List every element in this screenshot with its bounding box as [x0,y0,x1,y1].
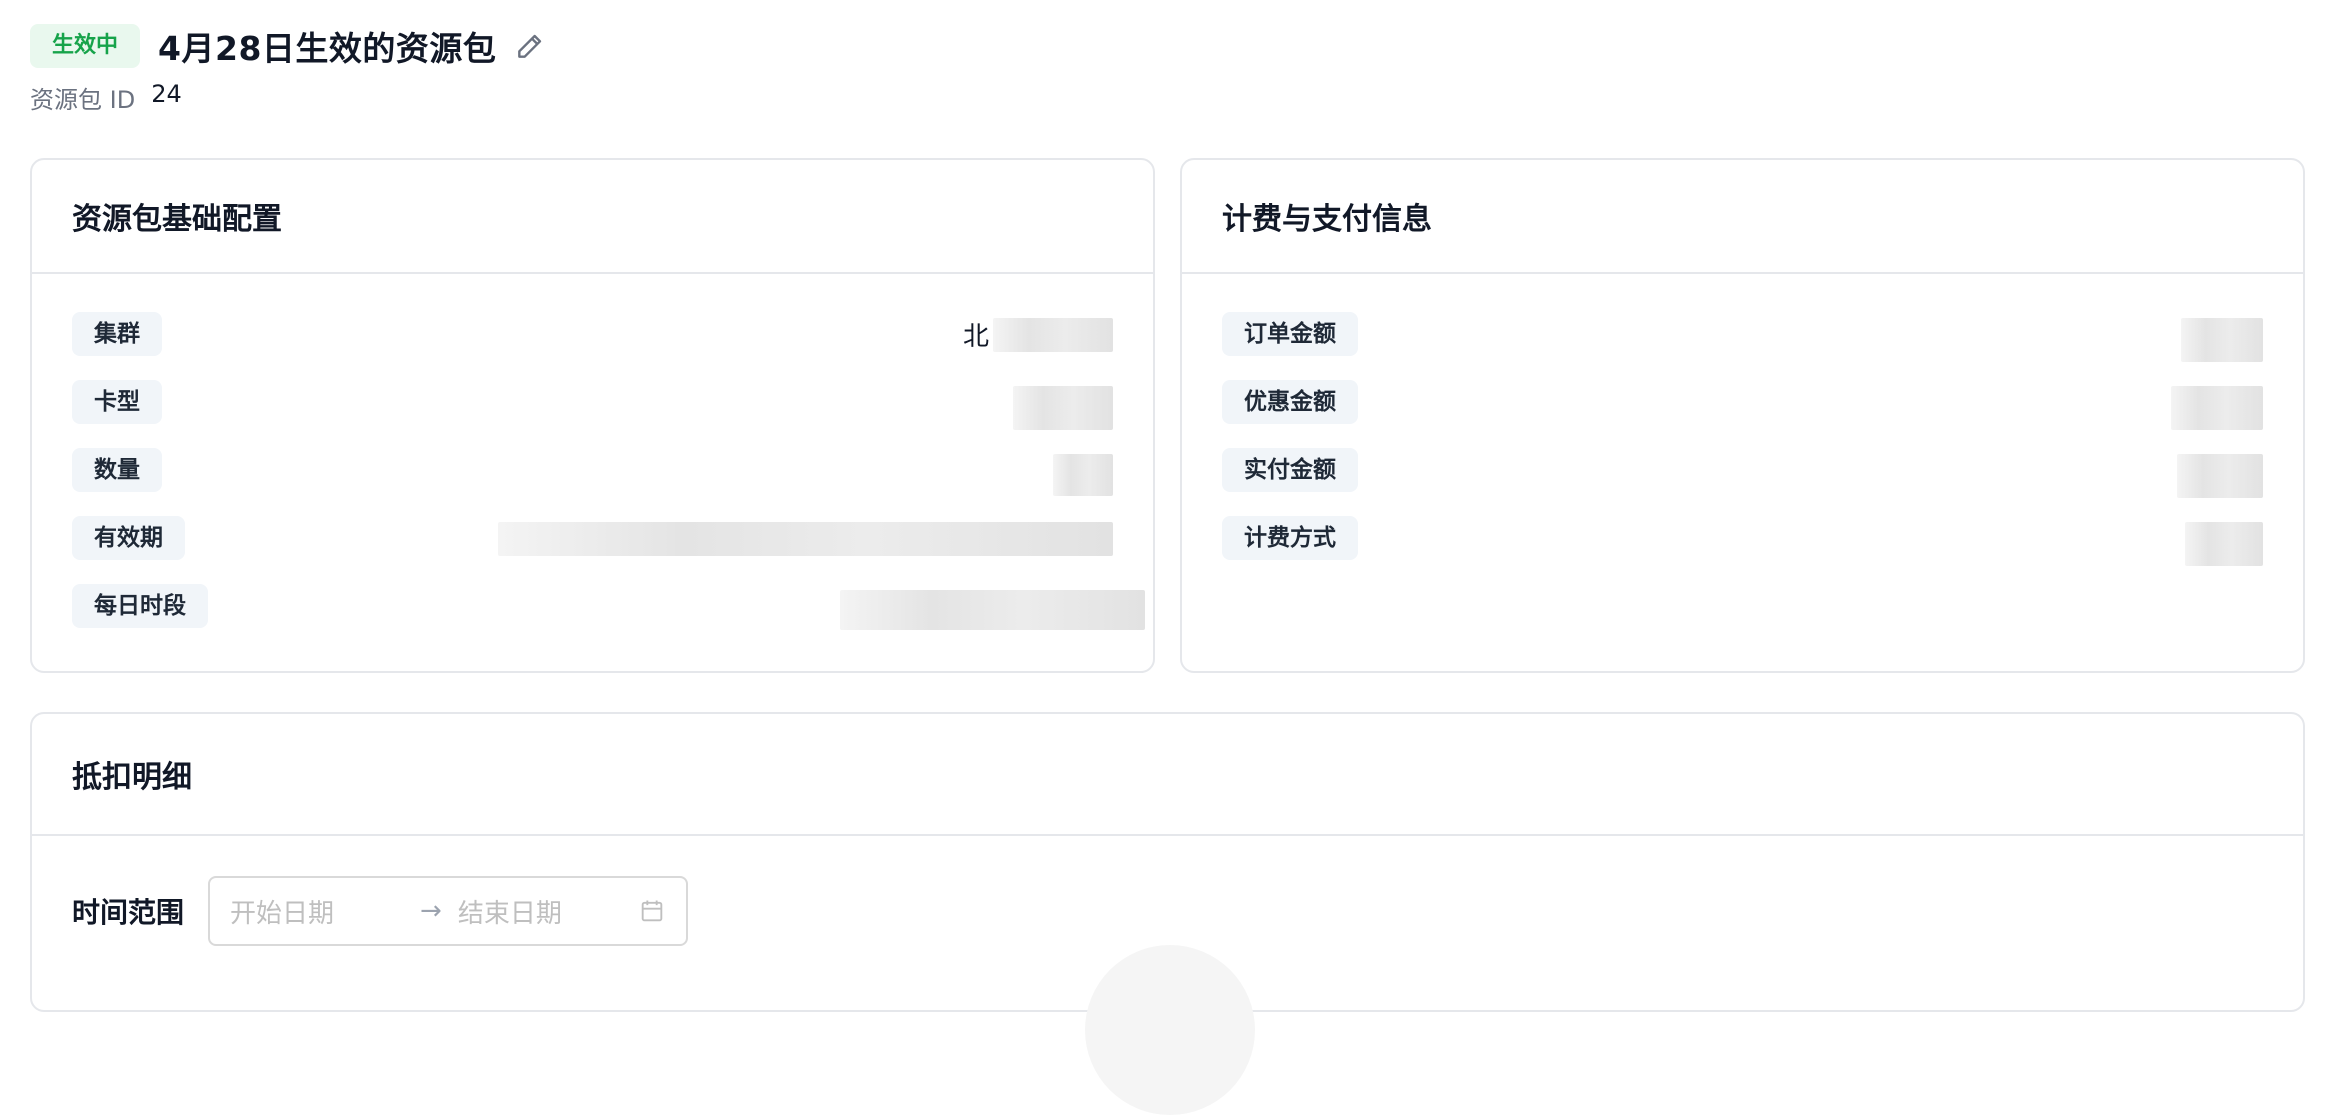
billing-label: 实付金额 [1222,448,1358,492]
card-title: 计费与支付信息 [1182,160,2303,274]
cluster-value-partial: 北 [962,322,989,352]
redacted-value [2177,454,2263,498]
range-arrow-icon: → [420,896,442,926]
end-date-input[interactable]: 结束日期 [458,893,638,930]
edit-icon[interactable] [512,28,548,64]
date-range-picker[interactable]: 开始日期 → 结束日期 [208,876,689,946]
basic-config-card: 资源包基础配置 集群 北 卡型 数量 有效期 每日时段 [30,158,1155,673]
billing-label: 订单金额 [1222,312,1358,356]
calendar-icon[interactable] [638,897,666,925]
config-label: 数量 [72,448,162,492]
billing-card: 计费与支付信息 订单金额 优惠金额 实付金额 计费方式 [1180,158,2305,673]
config-label: 集群 [72,312,162,356]
basic-config-list: 集群 北 卡型 数量 有效期 每日时段 [32,274,1153,652]
config-label: 卡型 [72,380,162,424]
redacted-value [2171,386,2263,430]
config-row-card-type: 卡型 [72,380,1113,448]
billing-row-discount: 优惠金额 [1222,380,2263,448]
billing-row-method: 计费方式 [1222,516,2263,584]
redacted-value [498,522,1113,556]
redacted-value [1053,454,1113,496]
id-value: 24 [151,80,182,108]
config-row-daily-period: 每日时段 [72,584,1145,652]
card-title: 抵扣明细 [32,714,2303,836]
config-row-cluster: 集群 北 [72,312,1113,380]
billing-row-order-amount: 订单金额 [1222,312,2263,380]
card-title: 资源包基础配置 [32,160,1153,274]
filter-label: 时间范围 [72,896,185,929]
billing-label: 优惠金额 [1222,380,1358,424]
billing-list: 订单金额 优惠金额 实付金额 计费方式 [1182,274,2303,584]
config-row-validity: 有效期 [72,516,1113,584]
page-title: 4月28日生效的资源包 [158,29,497,68]
status-badge: 生效中 [30,24,141,68]
redacted-value [840,590,1145,630]
redacted-value [1013,386,1113,430]
deduction-filter-bar: 时间范围 开始日期 → 结束日期 [32,836,2303,946]
cluster-value: 北 [963,316,1113,353]
billing-row-paid: 实付金额 [1222,448,2263,516]
redacted-value [993,317,1113,352]
page-header: 生效中 4月28日生效的资源包 资源包 ID 24 [30,22,548,115]
billing-label: 计费方式 [1222,516,1358,560]
redacted-value [2185,522,2263,566]
config-label: 每日时段 [72,584,208,628]
start-date-input[interactable]: 开始日期 [230,893,410,930]
redacted-value [2181,318,2263,362]
config-row-quantity: 数量 [72,448,1113,516]
title-row: 生效中 4月28日生效的资源包 [30,22,548,70]
id-row: 资源包 ID 24 [30,80,548,115]
empty-state-illustration [1085,945,1255,1115]
id-label: 资源包 ID [30,86,136,114]
config-label: 有效期 [72,516,185,560]
